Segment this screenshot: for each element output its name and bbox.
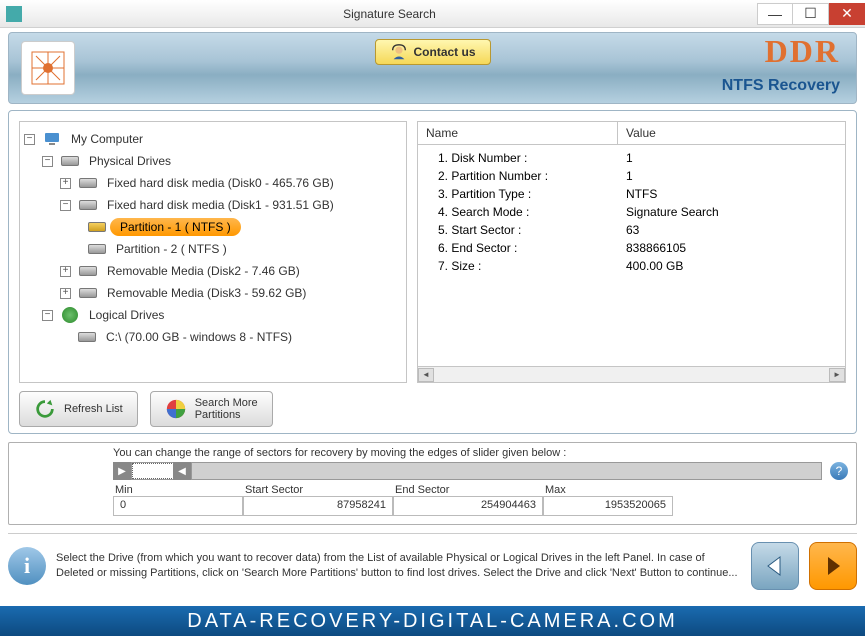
arrow-left-icon [762, 553, 788, 579]
collapse-icon[interactable]: − [42, 310, 53, 321]
prop-value: 1 [618, 150, 641, 166]
slider-track[interactable] [191, 462, 822, 480]
max-value[interactable]: 1953520065 [543, 496, 673, 516]
next-button[interactable] [809, 542, 857, 590]
prop-name: 6. End Sector : [418, 240, 618, 256]
bottom-bar: i Select the Drive (from which you want … [8, 533, 857, 590]
tree-partition-1[interactable]: Partition - 1 ( NTFS ) [110, 218, 241, 236]
help-icon[interactable]: ? [830, 462, 848, 480]
tree-c-drive[interactable]: C:\ (70.00 GB - windows 8 - NTFS) [100, 328, 298, 346]
app-logo [21, 41, 75, 95]
title-bar: Signature Search — ☐ ✕ [0, 0, 865, 28]
product-name: NTFS Recovery [722, 77, 840, 95]
contact-us-button[interactable]: Contact us [374, 39, 490, 65]
start-sector-label: Start Sector [243, 484, 393, 496]
globe-icon [61, 308, 79, 322]
scroll-right-icon[interactable]: ► [829, 368, 845, 382]
tree-logical[interactable]: Logical Drives [83, 306, 170, 324]
app-icon [6, 6, 22, 22]
tree-physical[interactable]: Physical Drives [83, 152, 177, 170]
col-name[interactable]: Name [418, 122, 618, 144]
header-banner: Contact us DDR NTFS Recovery [8, 32, 857, 104]
horizontal-scrollbar[interactable]: ◄ ► [418, 366, 845, 382]
slider-thumb[interactable] [132, 463, 174, 479]
search-more-label: Search More Partitions [195, 397, 258, 421]
maximize-button[interactable]: ☐ [793, 3, 829, 25]
col-value[interactable]: Value [618, 122, 664, 144]
hdd-icon [79, 264, 97, 278]
refresh-list-button[interactable]: Refresh List [19, 391, 138, 427]
info-icon: i [8, 547, 46, 585]
headset-icon [389, 43, 407, 61]
sector-range-panel: You can change the range of sectors for … [8, 442, 857, 525]
end-sector-label: End Sector [393, 484, 543, 496]
slider-left-icon[interactable]: ▶ [113, 462, 131, 480]
prop-name: 4. Search Mode : [418, 204, 618, 220]
slider-right-icon[interactable]: ◀ [173, 462, 191, 480]
hdd-icon [79, 198, 97, 212]
tree-disk0[interactable]: Fixed hard disk media (Disk0 - 465.76 GB… [101, 174, 340, 192]
main-panel: − My Computer − Physical Drives + Fixed har… [8, 110, 857, 434]
expand-icon[interactable]: + [60, 266, 71, 277]
expand-icon[interactable]: + [60, 288, 71, 299]
arrow-right-icon [820, 553, 846, 579]
start-sector-value[interactable]: 87958241 [243, 496, 393, 516]
properties-header: Name Value [418, 122, 845, 145]
collapse-icon[interactable]: − [60, 200, 71, 211]
brand-text: DDR [765, 33, 840, 70]
properties-panel: Name Value 1. Disk Number :1 2. Partitio… [417, 121, 846, 383]
tree-disk2[interactable]: Removable Media (Disk2 - 7.46 GB) [101, 262, 306, 280]
collapse-icon[interactable]: − [24, 134, 35, 145]
partition-icon [88, 242, 106, 256]
minimize-button[interactable]: — [757, 3, 793, 25]
window-title: Signature Search [22, 7, 757, 21]
tree-partition-2[interactable]: Partition - 2 ( NTFS ) [110, 240, 233, 258]
sector-hint: You can change the range of sectors for … [113, 447, 848, 459]
tree-root[interactable]: My Computer [65, 130, 149, 148]
prop-value: 400.00 GB [618, 258, 691, 274]
drives-icon [61, 154, 79, 168]
slider-thumb-area[interactable] [131, 462, 173, 480]
min-value[interactable]: 0 [113, 496, 243, 516]
end-sector-value[interactable]: 254904463 [393, 496, 543, 516]
prop-value: 838866105 [618, 240, 694, 256]
prop-value: Signature Search [618, 204, 727, 220]
prop-value: 1 [618, 168, 641, 184]
tree-disk3[interactable]: Removable Media (Disk3 - 59.62 GB) [101, 284, 312, 302]
tree-disk1[interactable]: Fixed hard disk media (Disk1 - 931.51 GB… [101, 196, 340, 214]
properties-body: 1. Disk Number :1 2. Partition Number :1… [418, 145, 845, 366]
search-more-partitions-button[interactable]: Search More Partitions [150, 391, 273, 427]
pie-icon [165, 398, 187, 420]
drive-tree[interactable]: − My Computer − Physical Drives + Fixed har… [19, 121, 407, 383]
prop-name: 1. Disk Number : [418, 150, 618, 166]
prop-name: 3. Partition Type : [418, 186, 618, 202]
refresh-label: Refresh List [64, 403, 123, 415]
computer-icon [43, 132, 61, 146]
back-button[interactable] [751, 542, 799, 590]
expand-icon[interactable]: + [60, 178, 71, 189]
prop-value: 63 [618, 222, 647, 238]
prop-name: 5. Start Sector : [418, 222, 618, 238]
max-label: Max [543, 484, 673, 496]
hdd-icon [78, 330, 96, 344]
min-label: Min [113, 484, 243, 496]
prop-name: 2. Partition Number : [418, 168, 618, 184]
footer-brand: DATA-RECOVERY-DIGITAL-CAMERA.COM [0, 606, 865, 636]
contact-label: Contact us [413, 45, 475, 59]
hdd-icon [79, 286, 97, 300]
close-button[interactable]: ✕ [829, 3, 865, 25]
collapse-icon[interactable]: − [42, 156, 53, 167]
partition-icon [88, 220, 106, 234]
prop-name: 7. Size : [418, 258, 618, 274]
scroll-left-icon[interactable]: ◄ [418, 368, 434, 382]
refresh-icon [34, 398, 56, 420]
prop-value: NTFS [618, 186, 665, 202]
help-text: Select the Drive (from which you want to… [56, 551, 741, 582]
hdd-icon [79, 176, 97, 190]
